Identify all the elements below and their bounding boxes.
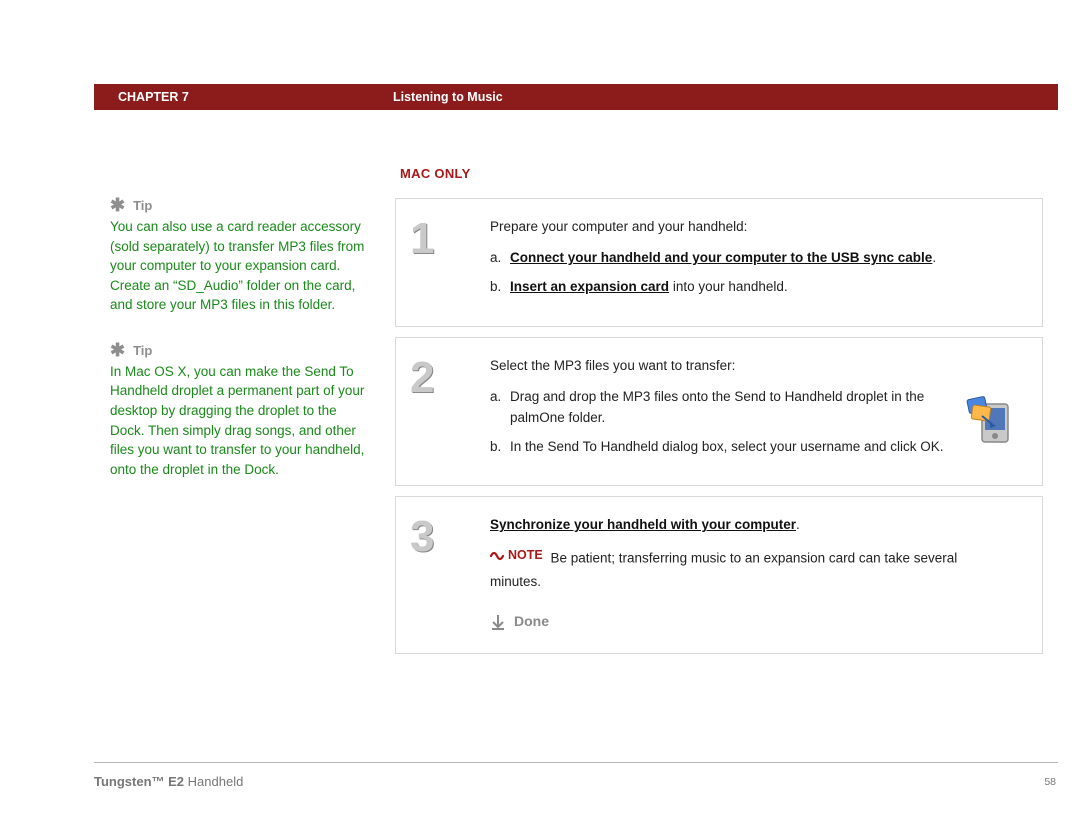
step-number-col: 3 — [410, 515, 490, 632]
asterisk-icon: ✱ — [110, 199, 125, 212]
tip-title-text: Tip — [133, 198, 152, 213]
sync-line: Synchronize your handheld with your comp… — [490, 515, 1028, 536]
sub-item: b. In the Send To Handheld dialog box, s… — [490, 437, 948, 458]
footer-product: Tungsten™ E2 Handheld — [94, 774, 243, 789]
sub-item: a. Connect your handheld and your comput… — [490, 248, 1028, 269]
step-body: Synchronize your handheld with your comp… — [490, 515, 1028, 632]
sub-letter: a. — [490, 248, 510, 269]
step-intro: Select the MP3 files you want to transfe… — [490, 356, 1028, 377]
step-1: 1 Prepare your computer and your handhel… — [395, 198, 1043, 327]
sub-list: a. Connect your handheld and your comput… — [490, 248, 1028, 298]
step-number: 3 — [410, 515, 490, 559]
tip-body: You can also use a card reader accessory… — [110, 217, 372, 315]
step-3: 3 Synchronize your handheld with your co… — [395, 496, 1043, 653]
tip-body: In Mac OS X, you can make the Send To Ha… — [110, 362, 372, 479]
tip-block: ✱ Tip You can also use a card reader acc… — [110, 198, 372, 315]
done-label: Done — [514, 611, 549, 633]
page-number: 58 — [1044, 776, 1056, 788]
step-2: 2 Select the MP3 files you want to trans… — [395, 337, 1043, 487]
link-insert-card[interactable]: Insert an expansion card — [510, 279, 669, 294]
note-line: NOTE Be patient; transferring music to a… — [490, 546, 1028, 570]
link-synchronize[interactable]: Synchronize your handheld with your comp… — [490, 517, 796, 532]
sync-after: . — [796, 517, 800, 532]
note-body: Be patient; transferring music to an exp… — [551, 551, 958, 566]
step-body: Prepare your computer and your handheld:… — [490, 217, 1028, 306]
page-title: Listening to Music — [393, 90, 503, 104]
sidebar-tips: ✱ Tip You can also use a card reader acc… — [110, 198, 372, 507]
link-connect-usb[interactable]: Connect your handheld and your computer … — [510, 250, 932, 265]
tip-block: ✱ Tip In Mac OS X, you can make the Send… — [110, 343, 372, 479]
handheld-droplet-icon — [962, 394, 1018, 450]
sub-after: into your handheld. — [669, 279, 788, 294]
footer-product-rest: Handheld — [184, 774, 243, 789]
footer-rule — [94, 762, 1058, 763]
sub-text: Drag and drop the MP3 files onto the Sen… — [510, 387, 948, 429]
steps-container: 1 Prepare your computer and your handhel… — [395, 198, 1043, 664]
platform-label: MAC ONLY — [400, 166, 471, 181]
footer-product-bold: Tungsten™ E2 — [94, 774, 184, 789]
sub-letter: b. — [490, 277, 510, 298]
chapter-label: CHAPTER 7 — [118, 90, 393, 104]
step-number-col: 2 — [410, 356, 490, 466]
sub-text: In the Send To Handheld dialog box, sele… — [510, 437, 944, 458]
step-intro: Prepare your computer and your handheld: — [490, 217, 1028, 238]
sub-item: a. Drag and drop the MP3 files onto the … — [490, 387, 948, 429]
sub-letter: b. — [490, 437, 510, 458]
sub-text: Insert an expansion card into your handh… — [510, 277, 788, 298]
note-body-2: minutes. — [490, 572, 1028, 593]
step-number-col: 1 — [410, 217, 490, 306]
step-number: 2 — [410, 356, 490, 400]
tip-heading: ✱ Tip — [110, 343, 372, 358]
note-label: NOTE — [508, 546, 543, 565]
sub-list: a. Drag and drop the MP3 files onto the … — [490, 387, 1028, 458]
asterisk-icon: ✱ — [110, 344, 125, 357]
sub-text: Connect your handheld and your computer … — [510, 248, 936, 269]
note-badge: NOTE — [490, 546, 543, 565]
sub-letter: a. — [490, 387, 510, 429]
tip-heading: ✱ Tip — [110, 198, 372, 213]
done-arrow-icon — [490, 614, 506, 630]
sub-after: . — [932, 250, 936, 265]
step-body: Select the MP3 files you want to transfe… — [490, 356, 1028, 466]
page-header: CHAPTER 7 Listening to Music — [94, 84, 1058, 110]
tip-title-text: Tip — [133, 343, 152, 358]
step-number: 1 — [410, 217, 490, 261]
sub-item: b. Insert an expansion card into your ha… — [490, 277, 1028, 298]
done-row: Done — [490, 611, 1028, 633]
note-icon — [490, 549, 504, 563]
